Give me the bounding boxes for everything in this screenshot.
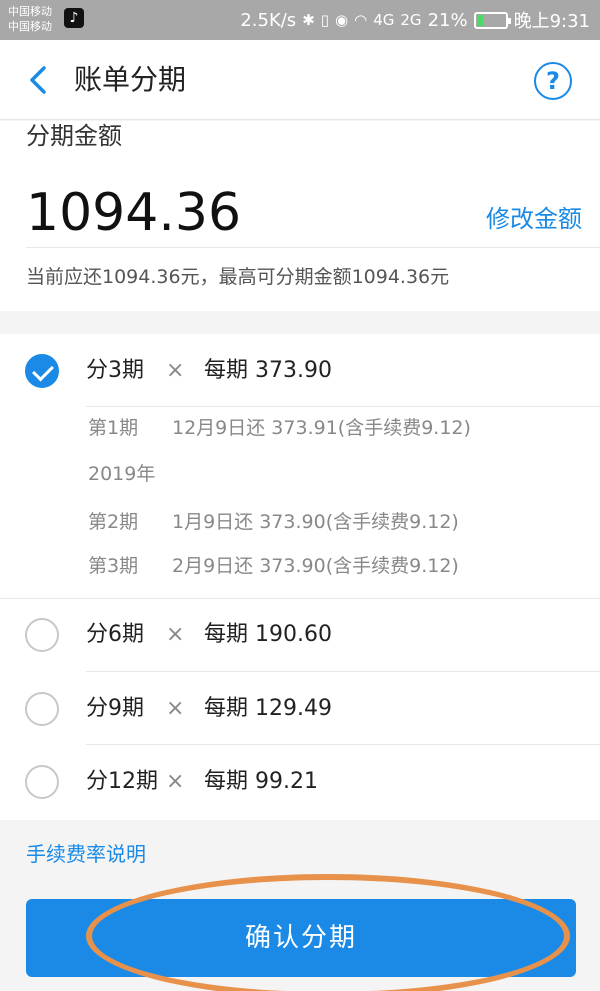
- battery-percent: 21%: [427, 9, 468, 31]
- schedule-year: 2019年: [88, 463, 156, 485]
- nav-bar: 账单分期 ?: [0, 40, 600, 120]
- option-12-terms[interactable]: 分12期 × 每期 99.21: [0, 745, 600, 817]
- option-6-terms[interactable]: 分6期 × 每期 190.60: [0, 598, 600, 670]
- vibrate-icon: ▯: [320, 11, 330, 29]
- amount-note: 当前应还1094.36元，最高可分期金额1094.36元: [26, 266, 450, 288]
- help-icon[interactable]: ?: [534, 62, 572, 100]
- installment-options: 分3期 × 每期 373.90 第1期 12月9日还 373.91(含手续费9.1…: [0, 334, 600, 820]
- option-9-terms[interactable]: 分9期 × 每期 129.49: [0, 672, 600, 744]
- radio-unchecked-icon[interactable]: [25, 692, 59, 726]
- option-per-period: 每期 373.90: [204, 358, 332, 383]
- times-icon: ×: [166, 696, 185, 721]
- clock: 晚上9:31: [513, 11, 590, 32]
- option-per-period: 每期 129.49: [204, 696, 332, 721]
- radio-unchecked-icon[interactable]: [25, 765, 59, 799]
- divider: [86, 406, 600, 407]
- status-bar: 中国移动 中国移动 ♪ 2.5K/s ✱ ▯ ◉ ◠ 4G 2G 21% 晚上9…: [0, 0, 600, 40]
- option-term: 分12期: [86, 769, 158, 794]
- signal-2g-icon: 2G: [400, 11, 422, 29]
- battery-icon: [473, 11, 511, 29]
- schedule-row-1: 第1期 12月9日还 373.91(含手续费9.12): [88, 414, 471, 442]
- fee-link-area: 手续费率说明: [0, 820, 600, 884]
- radio-unchecked-icon[interactable]: [25, 618, 59, 652]
- schedule-row-3: 第3期 2月9日还 373.90(含手续费9.12): [88, 552, 459, 580]
- schedule-term: 第1期: [88, 417, 139, 439]
- amount-section: 分期金额 1094.36 修改金额 当前应还1094.36元，最高可分期金额10…: [0, 121, 600, 311]
- back-icon[interactable]: [22, 60, 58, 100]
- times-icon: ×: [166, 622, 185, 647]
- divider: [26, 247, 600, 248]
- times-icon: ×: [166, 769, 185, 794]
- status-icons: 2.5K/s ✱ ▯ ◉ ◠ 4G 2G 21% 晚上9:31: [240, 8, 590, 33]
- confirm-installment-button[interactable]: 确认分期: [26, 899, 576, 977]
- schedule-detail: 1月9日还 373.90(含手续费9.12): [172, 511, 459, 533]
- schedule-row-2: 第2期 1月9日还 373.90(含手续费9.12): [88, 508, 459, 536]
- edit-amount-link[interactable]: 修改金额: [486, 203, 582, 235]
- eye-comfort-icon: ◉: [335, 11, 349, 29]
- option-3-terms[interactable]: 分3期 × 每期 373.90: [0, 334, 600, 406]
- fee-rate-link[interactable]: 手续费率说明: [26, 840, 146, 868]
- amount-label: 分期金额: [26, 122, 122, 150]
- tiktok-app-icon: ♪: [64, 8, 84, 28]
- schedule-term: 第2期: [88, 511, 139, 533]
- carrier-2: 中国移动: [8, 20, 52, 33]
- carrier-1: 中国移动: [8, 5, 52, 18]
- network-speed: 2.5K/s: [240, 9, 297, 31]
- option-per-period: 每期 190.60: [204, 622, 332, 647]
- repayment-schedule: 第1期 12月9日还 373.91(含手续费9.12) 2019年 第2期 1月9日…: [0, 412, 600, 598]
- schedule-detail: 12月9日还 373.91(含手续费9.12): [172, 417, 471, 439]
- schedule-detail: 2月9日还 373.90(含手续费9.12): [172, 555, 459, 577]
- option-term: 分6期: [86, 622, 144, 647]
- wifi-icon: ◠: [354, 11, 368, 29]
- battery-level: [476, 14, 483, 26]
- carrier-info: 中国移动 中国移动: [8, 4, 52, 34]
- schedule-term: 第3期: [88, 555, 139, 577]
- option-term: 分3期: [86, 358, 144, 383]
- radio-checked-icon[interactable]: [25, 354, 59, 388]
- amount-value: 1094.36: [26, 183, 242, 243]
- option-term: 分9期: [86, 696, 144, 721]
- bluetooth-icon: ✱: [302, 11, 315, 29]
- page-title: 账单分期: [74, 63, 187, 96]
- times-icon: ×: [166, 358, 185, 383]
- signal-4g-icon: 4G: [373, 11, 395, 29]
- option-per-period: 每期 99.21: [204, 769, 318, 794]
